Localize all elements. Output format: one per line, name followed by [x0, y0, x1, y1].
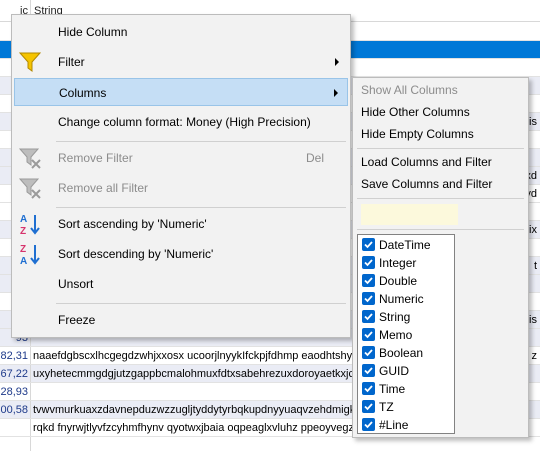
menu-item-label: Sort descending by 'Numeric': [58, 247, 214, 261]
context-menu: Hide Column Filter Columns Change column…: [11, 14, 351, 338]
column-search-input[interactable]: [361, 204, 458, 225]
numeric-cell[interactable]: 28,93: [0, 383, 31, 400]
column-checkbox-item[interactable]: String: [361, 308, 455, 326]
submenu-separator: [357, 229, 524, 230]
table-row[interactable]: [0, 437, 540, 451]
menu-separator: [56, 303, 346, 304]
string-cell[interactable]: rqkd fnyrwjtlyvfzcyhmfhynv qyotwxjbaia o…: [33, 419, 360, 436]
menu-item-label: Filter: [58, 55, 85, 69]
svg-text:Z: Z: [20, 244, 26, 255]
column-checkbox-item[interactable]: Time: [361, 380, 455, 398]
menu-item-freeze[interactable]: Freeze: [14, 306, 348, 334]
column-checkbox-label: Boolean: [379, 346, 424, 360]
column-checkbox-item[interactable]: Memo: [361, 326, 455, 344]
remove-filter-icon: [18, 148, 41, 169]
checkbox-checked-icon[interactable]: [362, 418, 375, 431]
column-checkbox-item[interactable]: TZ: [361, 398, 455, 416]
menu-item-remove-filter[interactable]: Remove Filter Del: [14, 144, 348, 172]
chevron-right-icon: [334, 89, 338, 97]
menu-item-label: Freeze: [58, 313, 96, 327]
string-cell-overflow: z: [531, 350, 538, 362]
column-checkbox-item[interactable]: Numeric: [361, 290, 455, 308]
string-cell[interactable]: naaefdgbscxlhcgegdzwhjxxosx ucoorjlnyykI…: [33, 347, 352, 364]
remove-all-filter-icon: [18, 178, 41, 199]
submenu-item-hide-empty-columns[interactable]: Hide Empty Columns: [361, 123, 474, 145]
column-checkbox-item[interactable]: Boolean: [361, 344, 455, 362]
column-checkbox-label: Integer: [379, 256, 417, 270]
column-checkbox-label: DateTime: [379, 238, 431, 252]
menu-item-label: Unsort: [58, 277, 94, 291]
column-checkbox-label: GUID: [379, 364, 409, 378]
sort-descending-icon: Z A: [20, 244, 40, 266]
string-cell-overflow: ix: [529, 224, 537, 236]
checkbox-checked-icon[interactable]: [362, 328, 375, 341]
svg-text:Z: Z: [20, 226, 26, 236]
column-checkbox-label: Double: [379, 274, 418, 288]
filter-icon: [18, 52, 42, 72]
sort-ascending-icon: A Z: [20, 214, 40, 236]
columns-submenu: Show All Columns Hide Other Columns Hide…: [352, 77, 529, 438]
submenu-item-show-all-columns[interactable]: Show All Columns: [361, 79, 458, 101]
submenu-separator: [357, 148, 524, 149]
numeric-cell[interactable]: 82,31: [0, 347, 31, 364]
shortcut-label: Del: [305, 151, 324, 165]
column-checkbox-label: Numeric: [379, 292, 424, 306]
submenu-item-load-columns[interactable]: Load Columns and Filter: [361, 151, 492, 173]
column-checkbox-label: #Line: [379, 418, 409, 432]
checkbox-checked-icon[interactable]: [362, 256, 375, 269]
menu-item-unsort[interactable]: Unsort: [14, 270, 348, 298]
column-checkbox-item[interactable]: #Line: [361, 416, 455, 434]
column-checkbox-item[interactable]: GUID: [361, 362, 455, 380]
menu-item-columns[interactable]: Columns: [14, 78, 348, 106]
string-cell[interactable]: tvwvmurkuaxzdavnepduzwzzugljtyddytyrbqku…: [33, 401, 382, 418]
menu-separator: [56, 207, 346, 208]
svg-text:A: A: [20, 256, 27, 266]
column-checkbox-label: TZ: [379, 400, 394, 414]
numeric-cell[interactable]: 00,58: [0, 401, 31, 418]
checkbox-checked-icon[interactable]: [362, 382, 375, 395]
string-cell-overflow: t: [533, 260, 537, 272]
svg-text:A: A: [20, 214, 27, 225]
menu-separator: [56, 141, 346, 142]
string-cell[interactable]: uxyhetecmmgdgjutzgappbcmalohmuxfdtxsabeh…: [33, 365, 371, 382]
column-checkbox-item[interactable]: DateTime: [361, 236, 455, 254]
chevron-right-icon: [335, 58, 339, 66]
menu-item-change-format[interactable]: Change column format: Money (High Precis…: [14, 108, 348, 136]
menu-item-label: Remove Filter: [58, 151, 133, 165]
submenu-separator: [357, 198, 524, 199]
menu-item-filter[interactable]: Filter: [14, 48, 348, 76]
checkbox-checked-icon[interactable]: [362, 310, 375, 323]
menu-item-remove-all-filter[interactable]: Remove all Filter: [14, 174, 348, 202]
submenu-item-save-columns[interactable]: Save Columns and Filter: [361, 173, 492, 195]
menu-item-label: Sort ascending by 'Numeric': [58, 217, 207, 231]
menu-item-label: Columns: [59, 86, 107, 100]
submenu-item-hide-other-columns[interactable]: Hide Other Columns: [361, 101, 470, 123]
checkbox-checked-icon[interactable]: [362, 274, 375, 287]
checkbox-checked-icon[interactable]: [362, 292, 375, 305]
menu-item-label: Remove all Filter: [58, 181, 149, 195]
numeric-cell[interactable]: 67,22: [0, 365, 31, 382]
column-checkbox-label: Time: [379, 382, 406, 396]
menu-item-label: Hide Column: [58, 25, 128, 39]
numeric-cell[interactable]: [0, 437, 31, 451]
checkbox-checked-icon[interactable]: [362, 238, 375, 251]
checkbox-checked-icon[interactable]: [362, 364, 375, 377]
column-checkbox-item[interactable]: Integer: [361, 254, 455, 272]
menu-item-hide-column[interactable]: Hide Column: [14, 18, 348, 46]
menu-item-label: Change column format: Money (High Precis…: [58, 115, 311, 129]
menu-item-sort-ascending[interactable]: A Z Sort ascending by 'Numeric': [14, 210, 348, 238]
column-checkbox-label: String: [379, 310, 411, 324]
column-checkbox-label: Memo: [379, 328, 413, 342]
checkbox-checked-icon[interactable]: [362, 400, 375, 413]
numeric-cell[interactable]: [0, 419, 31, 436]
column-checkbox-item[interactable]: Double: [361, 272, 455, 290]
checkbox-checked-icon[interactable]: [362, 346, 375, 359]
column-checkbox-list[interactable]: DateTime Integer Double Numeric String Memo Bo…: [357, 234, 455, 434]
menu-item-sort-descending[interactable]: Z A Sort descending by 'Numeric': [14, 240, 348, 268]
